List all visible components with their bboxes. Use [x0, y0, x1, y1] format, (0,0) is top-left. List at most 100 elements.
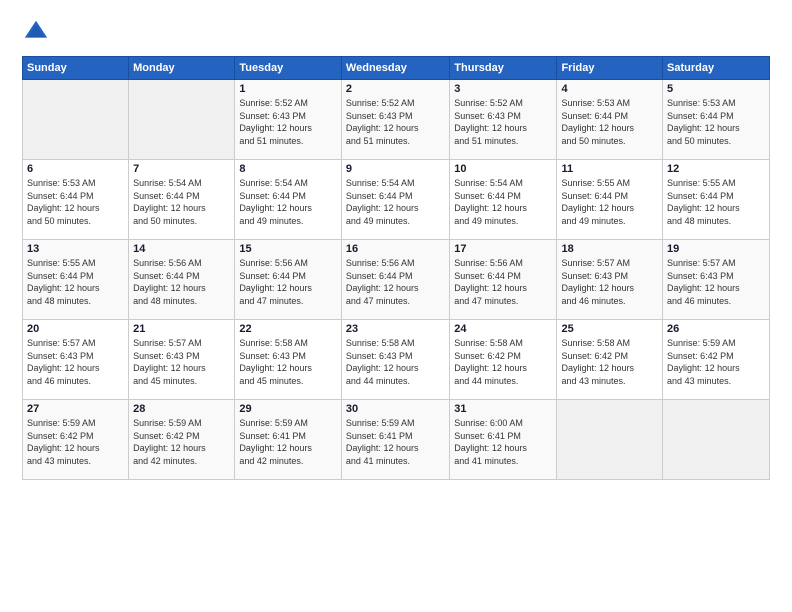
calendar-cell: 27Sunrise: 5:59 AM Sunset: 6:42 PM Dayli…	[23, 400, 129, 480]
day-number: 3	[454, 83, 552, 95]
cell-info: Sunrise: 5:56 AM Sunset: 6:44 PM Dayligh…	[239, 257, 337, 307]
calendar-cell: 4Sunrise: 5:53 AM Sunset: 6:44 PM Daylig…	[557, 80, 663, 160]
day-number: 20	[27, 323, 124, 335]
cell-info: Sunrise: 5:56 AM Sunset: 6:44 PM Dayligh…	[454, 257, 552, 307]
day-number: 15	[239, 243, 337, 255]
weekday-header: Saturday	[663, 57, 770, 80]
day-number: 29	[239, 403, 337, 415]
calendar-cell: 12 Sunrise: 5:55 AM Sunset: 6:44 PM Dayli…	[663, 160, 770, 240]
day-number: 22	[239, 323, 337, 335]
day-number: 23	[346, 323, 445, 335]
calendar-cell: 8 Sunrise: 5:54 AM Sunset: 6:44 PM Daylig…	[235, 160, 342, 240]
weekday-header: Thursday	[450, 57, 557, 80]
calendar-cell: 13Sunrise: 5:55 AM Sunset: 6:44 PM Dayli…	[23, 240, 129, 320]
day-number: 7	[133, 163, 230, 175]
cell-info: Sunrise: 5:59 AM Sunset: 6:42 PM Dayligh…	[133, 417, 230, 467]
day-number: 26	[667, 323, 765, 335]
cell-info: Sunrise: 5:54 AM Sunset: 6:44 PM Dayligh…	[454, 177, 552, 227]
cell-info: Sunrise: 5:58 AM Sunset: 6:42 PM Dayligh…	[561, 337, 658, 387]
calendar-cell: 16 Sunrise: 5:56 AM Sunset: 6:44 PM Dayli…	[341, 240, 449, 320]
weekday-header: Monday	[129, 57, 235, 80]
calendar-body: 1 Sunrise: 5:52 AM Sunset: 6:43 PM Daylig…	[23, 80, 770, 480]
calendar-table: SundayMondayTuesdayWednesdayThursdayFrid…	[22, 56, 770, 480]
calendar-header: SundayMondayTuesdayWednesdayThursdayFrid…	[23, 57, 770, 80]
day-number: 19	[667, 243, 765, 255]
calendar-cell: 18Sunrise: 5:57 AM Sunset: 6:43 PM Dayli…	[557, 240, 663, 320]
calendar-week-row: 13Sunrise: 5:55 AM Sunset: 6:44 PM Dayli…	[23, 240, 770, 320]
calendar-cell	[663, 400, 770, 480]
day-number: 14	[133, 243, 230, 255]
calendar-cell: 19 Sunrise: 5:57 AM Sunset: 6:43 PM Dayli…	[663, 240, 770, 320]
day-number: 25	[561, 323, 658, 335]
calendar-cell	[23, 80, 129, 160]
day-number: 10	[454, 163, 552, 175]
calendar-cell: 20 Sunrise: 5:57 AM Sunset: 6:43 PM Dayli…	[23, 320, 129, 400]
calendar-cell: 26 Sunrise: 5:59 AM Sunset: 6:42 PM Dayli…	[663, 320, 770, 400]
day-number: 18	[561, 243, 658, 255]
cell-info: Sunrise: 5:58 AM Sunset: 6:43 PM Dayligh…	[239, 337, 337, 387]
logo	[22, 18, 54, 46]
calendar-cell: 17 Sunrise: 5:56 AM Sunset: 6:44 PM Dayli…	[450, 240, 557, 320]
weekday-header: Friday	[557, 57, 663, 80]
calendar-cell: 3 Sunrise: 5:52 AM Sunset: 6:43 PM Daylig…	[450, 80, 557, 160]
cell-info: Sunrise: 5:54 AM Sunset: 6:44 PM Dayligh…	[346, 177, 445, 227]
day-number: 5	[667, 83, 765, 95]
day-number: 16	[346, 243, 445, 255]
cell-info: Sunrise: 5:55 AM Sunset: 6:44 PM Dayligh…	[667, 177, 765, 227]
day-number: 17	[454, 243, 552, 255]
calendar-cell: 15 Sunrise: 5:56 AM Sunset: 6:44 PM Dayli…	[235, 240, 342, 320]
cell-info: Sunrise: 5:59 AM Sunset: 6:42 PM Dayligh…	[667, 337, 765, 387]
day-number: 9	[346, 163, 445, 175]
calendar-cell: 30Sunrise: 5:59 AM Sunset: 6:41 PM Dayli…	[341, 400, 449, 480]
calendar-cell: 1Sunrise: 5:52 AM Sunset: 6:43 PM Daylig…	[235, 80, 342, 160]
calendar-cell: 28Sunrise: 5:59 AM Sunset: 6:42 PM Dayli…	[129, 400, 235, 480]
calendar-cell: 14 Sunrise: 5:56 AM Sunset: 6:44 PM Dayli…	[129, 240, 235, 320]
cell-info: Sunrise: 5:57 AM Sunset: 6:43 PM Dayligh…	[133, 337, 230, 387]
calendar-cell: 2 Sunrise: 5:52 AM Sunset: 6:43 PM Daylig…	[341, 80, 449, 160]
day-number: 6	[27, 163, 124, 175]
calendar-cell: 31Sunrise: 6:00 AM Sunset: 6:41 PM Dayli…	[450, 400, 557, 480]
calendar-cell: 22 Sunrise: 5:58 AM Sunset: 6:43 PM Dayli…	[235, 320, 342, 400]
day-number: 24	[454, 323, 552, 335]
day-number: 12	[667, 163, 765, 175]
cell-info: Sunrise: 5:59 AM Sunset: 6:42 PM Dayligh…	[27, 417, 124, 467]
cell-info: Sunrise: 5:53 AM Sunset: 6:44 PM Dayligh…	[561, 97, 658, 147]
calendar-cell: 23 Sunrise: 5:58 AM Sunset: 6:43 PM Dayli…	[341, 320, 449, 400]
calendar-week-row: 6Sunrise: 5:53 AM Sunset: 6:44 PM Daylig…	[23, 160, 770, 240]
cell-info: Sunrise: 5:56 AM Sunset: 6:44 PM Dayligh…	[346, 257, 445, 307]
calendar-cell: 25 Sunrise: 5:58 AM Sunset: 6:42 PM Dayli…	[557, 320, 663, 400]
cell-info: Sunrise: 5:53 AM Sunset: 6:44 PM Dayligh…	[667, 97, 765, 147]
calendar-cell: 24 Sunrise: 5:58 AM Sunset: 6:42 PM Dayli…	[450, 320, 557, 400]
cell-info: Sunrise: 5:52 AM Sunset: 6:43 PM Dayligh…	[346, 97, 445, 147]
cell-info: Sunrise: 5:58 AM Sunset: 6:43 PM Dayligh…	[346, 337, 445, 387]
cell-info: Sunrise: 5:52 AM Sunset: 6:43 PM Dayligh…	[454, 97, 552, 147]
calendar-week-row: 27Sunrise: 5:59 AM Sunset: 6:42 PM Dayli…	[23, 400, 770, 480]
calendar-cell	[129, 80, 235, 160]
cell-info: Sunrise: 5:57 AM Sunset: 6:43 PM Dayligh…	[27, 337, 124, 387]
cell-info: Sunrise: 5:59 AM Sunset: 6:41 PM Dayligh…	[239, 417, 337, 467]
cell-info: Sunrise: 5:55 AM Sunset: 6:44 PM Dayligh…	[27, 257, 124, 307]
cell-info: Sunrise: 5:57 AM Sunset: 6:43 PM Dayligh…	[667, 257, 765, 307]
cell-info: Sunrise: 5:58 AM Sunset: 6:42 PM Dayligh…	[454, 337, 552, 387]
weekday-header: Wednesday	[341, 57, 449, 80]
logo-icon	[22, 18, 50, 46]
calendar-cell: 29 Sunrise: 5:59 AM Sunset: 6:41 PM Dayli…	[235, 400, 342, 480]
day-number: 30	[346, 403, 445, 415]
calendar-cell: 21Sunrise: 5:57 AM Sunset: 6:43 PM Dayli…	[129, 320, 235, 400]
cell-info: Sunrise: 5:54 AM Sunset: 6:44 PM Dayligh…	[239, 177, 337, 227]
calendar-week-row: 1 Sunrise: 5:52 AM Sunset: 6:43 PM Daylig…	[23, 80, 770, 160]
calendar-cell: 6Sunrise: 5:53 AM Sunset: 6:44 PM Daylig…	[23, 160, 129, 240]
calendar-cell: 10 Sunrise: 5:54 AM Sunset: 6:44 PM Dayli…	[450, 160, 557, 240]
weekday-header: Sunday	[23, 57, 129, 80]
page: SundayMondayTuesdayWednesdayThursdayFrid…	[0, 0, 792, 612]
day-number: 8	[239, 163, 337, 175]
calendar-week-row: 20 Sunrise: 5:57 AM Sunset: 6:43 PM Dayli…	[23, 320, 770, 400]
day-number: 31	[454, 403, 552, 415]
weekday-header: Tuesday	[235, 57, 342, 80]
day-number: 2	[346, 83, 445, 95]
day-number: 11	[561, 163, 658, 175]
day-number: 1	[239, 83, 337, 95]
cell-info: Sunrise: 5:56 AM Sunset: 6:44 PM Dayligh…	[133, 257, 230, 307]
calendar-cell: 5 Sunrise: 5:53 AM Sunset: 6:44 PM Daylig…	[663, 80, 770, 160]
weekday-row: SundayMondayTuesdayWednesdayThursdayFrid…	[23, 57, 770, 80]
